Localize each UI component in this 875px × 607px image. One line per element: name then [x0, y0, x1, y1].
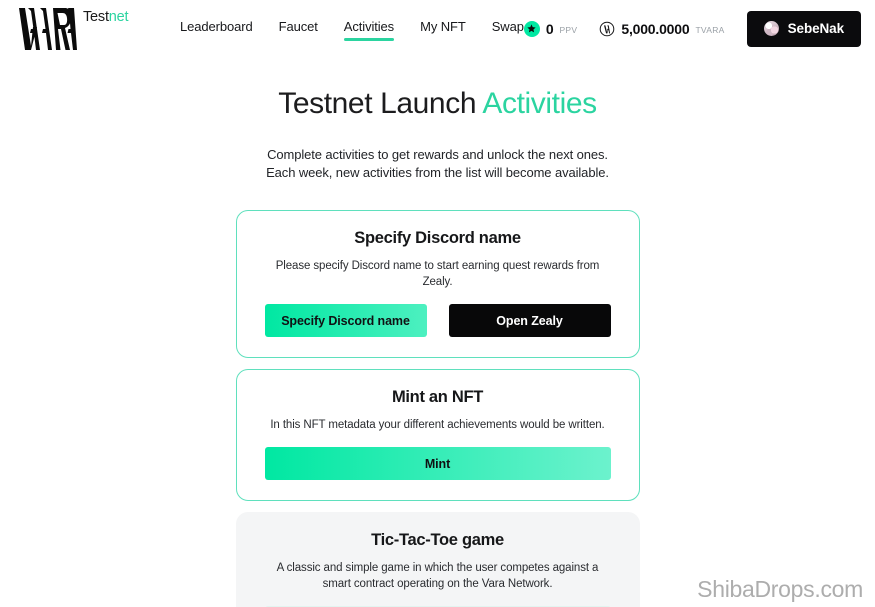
nav-item-my-nft[interactable]: My NFT: [420, 19, 466, 39]
header-right-section: 0 PPV 5,000.0000 TVARA SebeNak: [523, 10, 861, 47]
brand-test-text: Test: [83, 8, 109, 25]
page-subtitle-line2: Each week, new activities from the list …: [266, 165, 609, 180]
avatar: [763, 21, 779, 36]
card-actions: Mint: [264, 447, 611, 480]
nav-item-swap[interactable]: Swap: [492, 19, 524, 39]
card-description: Please specify Discord name to start ear…: [275, 260, 600, 288]
vara-logo-icon: [19, 7, 77, 50]
nav-item-faucet[interactable]: Faucet: [279, 19, 318, 39]
ppv-value: 0: [545, 20, 554, 37]
main-content: Testnet Launch Activities Complete activ…: [0, 57, 875, 607]
card-actions: Specify Discord name Open Zealy: [264, 304, 611, 337]
mint-button[interactable]: Mint: [264, 447, 611, 480]
tvara-balance: 5,000.0000 TVARA: [599, 21, 724, 37]
brand-logo[interactable]: Testnet: [18, 7, 154, 51]
account-button[interactable]: SebeNak: [746, 10, 861, 47]
page-subtitle-line1: Complete activities to get rewards and u…: [267, 147, 608, 162]
site-header: Testnet Leaderboard Faucet Activities My…: [0, 0, 875, 57]
page-title: Testnet Launch Activities: [278, 87, 597, 121]
card-title: Specify Discord name: [354, 229, 521, 247]
card-description: A classic and simple game in which the u…: [276, 562, 599, 590]
tvara-unit: TVARA: [695, 25, 725, 35]
star-badge-icon: [523, 20, 540, 37]
specify-discord-name-button[interactable]: Specify Discord name: [264, 304, 427, 337]
activity-card-discord: Specify Discord name Please specify Disc…: [235, 210, 640, 358]
tvara-value: 5,000.0000: [621, 20, 690, 37]
open-zealy-button[interactable]: Open Zealy: [448, 304, 611, 337]
page-title-main: Testnet Launch: [278, 87, 483, 120]
page-subtitle: Complete activities to get rewards and u…: [266, 146, 609, 182]
activity-cards-list: Specify Discord name Please specify Disc…: [235, 210, 640, 607]
card-description: In this NFT metadata your different achi…: [270, 419, 605, 431]
activity-card-mint-nft: Mint an NFT In this NFT metadata your di…: [235, 369, 640, 501]
account-name-label: SebeNak: [787, 21, 844, 36]
main-navigation: Leaderboard Faucet Activities My NFT Swa…: [180, 19, 524, 41]
card-title: Tic-Tac-Toe game: [371, 531, 504, 549]
brand-net-text: net: [108, 8, 129, 25]
ppv-unit: PPV: [559, 25, 578, 35]
card-title: Mint an NFT: [391, 388, 484, 406]
brand-testnet-label: Testnet: [83, 8, 129, 25]
activity-card-tic-tac-toe: Tic-Tac-Toe game A classic and simple ga…: [235, 512, 640, 607]
watermark: ShibaDrops.com: [697, 576, 863, 602]
ppv-balance: 0 PPV: [523, 20, 578, 37]
nav-item-leaderboard[interactable]: Leaderboard: [180, 19, 253, 39]
vara-coin-icon: [600, 21, 615, 36]
nav-item-activities[interactable]: Activities: [343, 19, 395, 41]
page-title-accent: Activities: [482, 87, 597, 120]
